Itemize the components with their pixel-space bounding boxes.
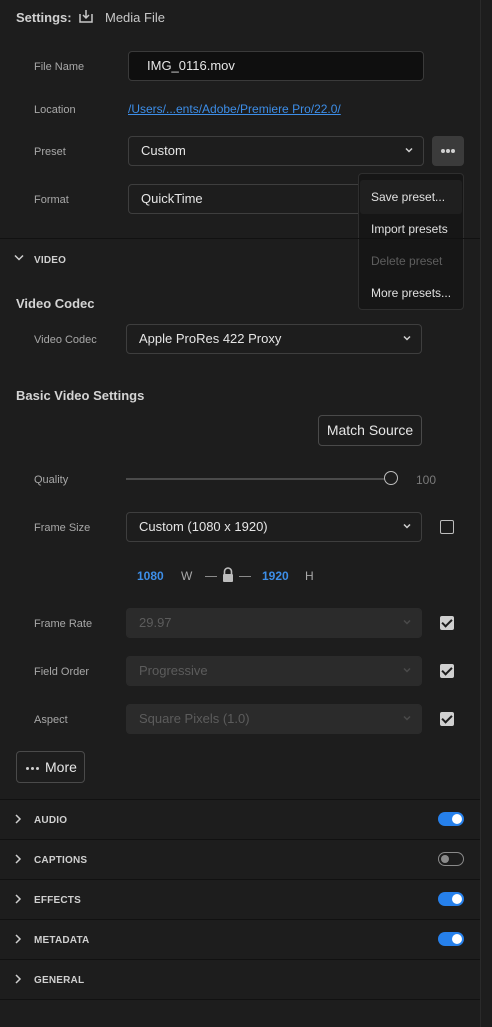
- chevron-right-icon[interactable]: [14, 934, 22, 944]
- section-divider: [0, 799, 480, 800]
- field-order-checkbox[interactable]: [440, 664, 454, 678]
- aspect-value: Square Pixels (1.0): [139, 711, 250, 726]
- chevron-down-icon: [403, 667, 411, 673]
- download-to-tray-icon: [79, 10, 93, 23]
- section-divider: [0, 839, 480, 840]
- panel-divider: [480, 0, 481, 1027]
- chevron-down-icon: [403, 523, 411, 529]
- chevron-down-icon[interactable]: [14, 254, 24, 262]
- video-codec-label: Video Codec: [34, 334, 97, 346]
- height-value[interactable]: 1920: [262, 569, 289, 583]
- more-dot: [451, 149, 455, 153]
- format-value: QuickTime: [141, 191, 203, 206]
- height-unit: H: [305, 569, 314, 583]
- effects-toggle[interactable]: [438, 892, 464, 906]
- frame-rate-checkbox[interactable]: [440, 616, 454, 630]
- section-captions-label[interactable]: CAPTIONS: [34, 855, 87, 866]
- more-label: More: [45, 759, 77, 775]
- menu-item-import-presets[interactable]: Import presets: [371, 222, 448, 236]
- section-divider: [0, 919, 480, 920]
- aspect-dropdown: Square Pixels (1.0): [126, 704, 422, 734]
- section-divider: [0, 879, 480, 880]
- video-codec-value: Apple ProRes 422 Proxy: [139, 331, 282, 346]
- frame-size-dropdown[interactable]: Custom (1080 x 1920): [126, 512, 422, 542]
- audio-toggle[interactable]: [438, 812, 464, 826]
- section-general-label[interactable]: GENERAL: [34, 975, 84, 986]
- frame-rate-value: 29.97: [139, 615, 172, 630]
- field-order-value: Progressive: [139, 663, 208, 678]
- frame-rate-label: Frame Rate: [34, 618, 93, 630]
- file-name-input[interactable]: IMG_0116.mov: [128, 51, 424, 81]
- lock-icon[interactable]: [221, 567, 235, 583]
- menu-item-save-preset[interactable]: Save preset...: [371, 190, 445, 204]
- aspect-label: Aspect: [34, 714, 68, 726]
- section-divider: [0, 999, 480, 1000]
- chevron-right-icon[interactable]: [14, 854, 22, 864]
- more-dot: [36, 767, 39, 770]
- quality-value: 100: [416, 473, 437, 487]
- basic-video-settings-header: Basic Video Settings: [16, 388, 145, 403]
- format-label: Format: [34, 194, 69, 206]
- menu-item-more-presets[interactable]: More presets...: [371, 286, 451, 300]
- media-file-label: Media File: [105, 10, 165, 25]
- quality-slider-track[interactable]: [126, 478, 386, 480]
- more-dot: [446, 149, 450, 153]
- field-order-dropdown: Progressive: [126, 656, 422, 686]
- chevron-right-icon[interactable]: [14, 894, 22, 904]
- more-button[interactable]: More: [16, 751, 85, 783]
- chevron-down-icon: [403, 335, 411, 341]
- chevron-down-icon: [403, 619, 411, 625]
- preset-menu: Save preset... Import presets Delete pre…: [358, 173, 464, 310]
- more-dot: [31, 767, 34, 770]
- chevron-down-icon: [405, 147, 413, 153]
- preset-label: Preset: [34, 146, 66, 158]
- file-name-value: IMG_0116.mov: [147, 58, 235, 73]
- more-dot: [26, 767, 29, 770]
- preset-dropdown[interactable]: Custom: [128, 136, 424, 166]
- chevron-right-icon[interactable]: [14, 814, 22, 824]
- match-source-button[interactable]: Match Source: [318, 415, 422, 446]
- file-name-label: File Name: [34, 61, 85, 73]
- width-unit: W: [181, 569, 193, 583]
- frame-rate-dropdown: 29.97: [126, 608, 422, 638]
- format-dropdown[interactable]: QuickTime: [128, 184, 378, 214]
- section-effects-label[interactable]: EFFECTS: [34, 895, 81, 906]
- preset-more-button[interactable]: [432, 136, 464, 166]
- width-value[interactable]: 1080: [137, 569, 164, 583]
- aspect-checkbox[interactable]: [440, 712, 454, 726]
- video-codec-header: Video Codec: [16, 296, 95, 311]
- section-video-label[interactable]: VIDEO: [34, 255, 66, 266]
- quality-slider-thumb[interactable]: [384, 471, 398, 485]
- frame-size-value: Custom (1080 x 1920): [139, 519, 268, 534]
- location-link[interactable]: /Users/...ents/Adobe/Premiere Pro/22.0/: [128, 102, 341, 116]
- preset-value: Custom: [141, 143, 186, 158]
- menu-item-delete-preset: Delete preset: [371, 254, 443, 268]
- metadata-toggle[interactable]: [438, 932, 464, 946]
- section-divider: [0, 238, 480, 239]
- chevron-right-icon[interactable]: [14, 974, 22, 984]
- captions-toggle[interactable]: [438, 852, 464, 866]
- video-codec-dropdown[interactable]: Apple ProRes 422 Proxy: [126, 324, 422, 354]
- section-metadata-label[interactable]: METADATA: [34, 935, 89, 946]
- settings-title: Settings:: [16, 10, 72, 25]
- quality-label: Quality: [34, 474, 69, 486]
- field-order-label: Field Order: [34, 666, 90, 678]
- link-line-left: [205, 576, 217, 577]
- location-label: Location: [34, 104, 76, 116]
- section-audio-label[interactable]: AUDIO: [34, 815, 67, 826]
- frame-size-checkbox[interactable]: [440, 520, 454, 534]
- link-line-right: [239, 576, 251, 577]
- frame-size-label: Frame Size: [34, 522, 91, 534]
- more-dot: [441, 149, 445, 153]
- chevron-down-icon: [403, 715, 411, 721]
- section-divider: [0, 959, 480, 960]
